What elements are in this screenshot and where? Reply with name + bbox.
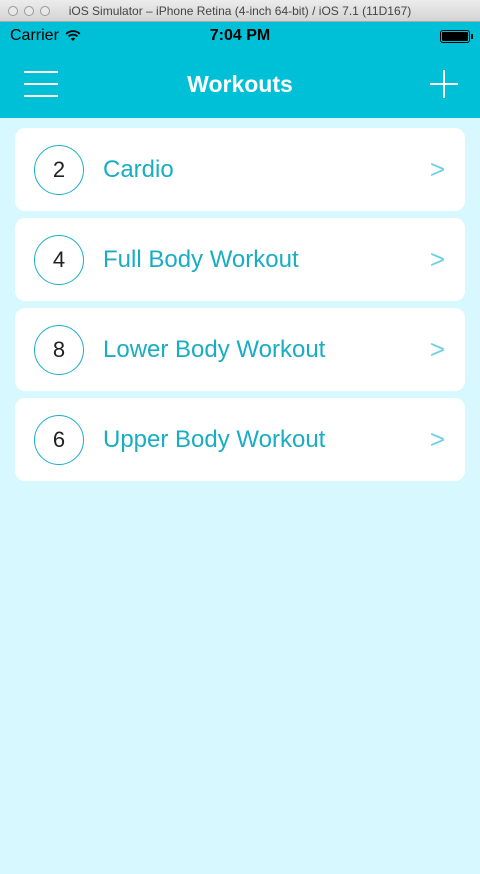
battery-icon xyxy=(440,29,473,43)
window-controls xyxy=(8,5,50,16)
workout-row[interactable]: 4 Full Body Workout > xyxy=(15,218,465,301)
workout-count-badge: 2 xyxy=(34,144,84,195)
chevron-right-icon: > xyxy=(429,424,445,454)
battery-level xyxy=(442,31,468,41)
close-window-button[interactable] xyxy=(8,5,18,16)
workout-count-badge: 8 xyxy=(34,324,84,375)
page-title: Workouts xyxy=(187,70,293,97)
workout-name: Cardio xyxy=(103,155,174,183)
workout-row[interactable]: 8 Lower Body Workout > xyxy=(15,308,465,391)
chevron-right-icon: > xyxy=(429,154,445,184)
workout-count-badge: 6 xyxy=(34,414,84,465)
zoom-window-button[interactable] xyxy=(40,5,50,16)
window-title: iOS Simulator – iPhone Retina (4-inch 64… xyxy=(68,3,412,18)
chevron-right-icon: > xyxy=(429,244,445,274)
workout-row[interactable]: 2 Cardio > xyxy=(15,128,465,211)
workout-name: Lower Body Workout xyxy=(103,335,326,363)
wifi-icon xyxy=(65,30,81,41)
workout-list: 2 Cardio >4 Full Body Workout >8 Lower Body W… xyxy=(0,118,480,481)
navigation-bar: Workouts xyxy=(0,50,480,118)
hamburger-menu-icon[interactable] xyxy=(24,71,58,97)
simulator-titlebar: iOS Simulator – iPhone Retina (4-inch 64… xyxy=(0,0,480,22)
workout-row[interactable]: 6 Upper Body Workout > xyxy=(15,398,465,481)
chevron-right-icon: > xyxy=(429,334,445,364)
workout-count-badge: 4 xyxy=(34,234,84,285)
status-bar: Carrier 7:04 PM xyxy=(0,22,480,50)
carrier-label: Carrier xyxy=(10,27,59,44)
minimize-window-button[interactable] xyxy=(24,5,34,16)
carrier-group: Carrier xyxy=(10,27,81,45)
plus-icon[interactable] xyxy=(430,70,458,98)
workout-name: Full Body Workout xyxy=(103,245,299,273)
workout-name: Upper Body Workout xyxy=(103,425,326,453)
